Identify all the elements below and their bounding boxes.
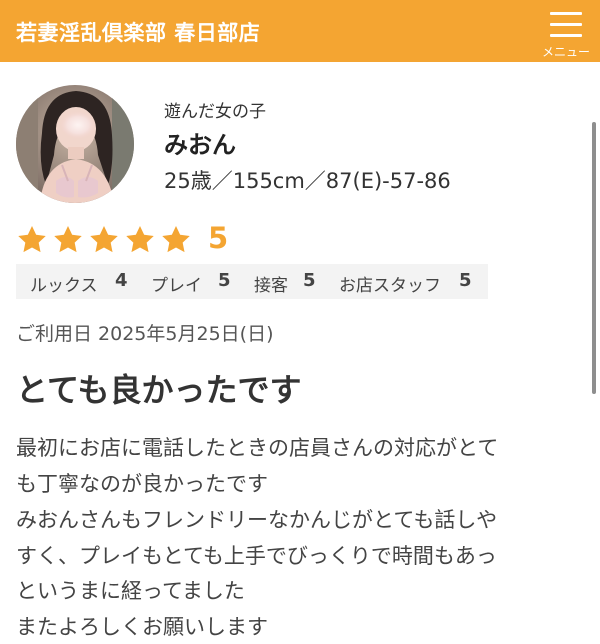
review-body-line: も丁寧なのが良かったです	[16, 472, 268, 496]
girl-photo	[16, 85, 134, 203]
menu-button[interactable]: メニュー	[534, 8, 598, 60]
overall-rating-value: 5	[208, 221, 229, 255]
star-icon	[162, 226, 190, 253]
shop-title[interactable]: 若妻淫乱倶楽部 春日部店	[16, 17, 260, 47]
star-icon	[18, 226, 46, 253]
menu-label: メニュー	[541, 45, 590, 59]
category-ratings: ルックス 4 プレイ 5 接客 5 お店スタッフ 5	[16, 264, 488, 299]
hamburger-icon	[550, 12, 582, 38]
category-value-service: 5	[303, 270, 316, 291]
category-label-looks: ルックス	[30, 276, 98, 296]
category-value-staff: 5	[459, 270, 472, 291]
review-body-line: すく、プレイもとても上手でびっくりで時間もあっ	[16, 544, 497, 568]
category-value-looks: 4	[115, 270, 128, 291]
category-label-staff: お店スタッフ	[339, 276, 441, 296]
scrollbar[interactable]	[592, 122, 596, 394]
girl-section-label: 遊んだ女の子	[164, 102, 266, 122]
category-label-service: 接客	[254, 276, 288, 296]
star-icon	[126, 226, 154, 253]
review-body-line: 最初にお店に電話したときの店員さんの対応がとて	[16, 436, 499, 460]
visit-date: ご利用日 2025年5月25日(日)	[16, 323, 274, 345]
review-body-line: みおんさんもフレンドリーなかんじがとても話しや	[16, 508, 498, 532]
star-icon	[90, 226, 118, 253]
girl-stats: 25歳／155cm／87(E)-57-86	[164, 169, 451, 193]
star-icon	[54, 226, 82, 253]
category-value-play: 5	[218, 270, 231, 291]
site-header: 若妻淫乱倶楽部 春日部店 メニュー	[0, 0, 600, 62]
review-title: とても良かったです	[16, 371, 302, 409]
review-body-line: またよろしくお願いします	[16, 615, 268, 639]
category-label-play: プレイ	[151, 276, 202, 296]
girl-name[interactable]: みおん	[164, 125, 236, 160]
review-body-line: というまに経ってました	[16, 579, 245, 603]
girl-avatar[interactable]	[16, 85, 134, 203]
